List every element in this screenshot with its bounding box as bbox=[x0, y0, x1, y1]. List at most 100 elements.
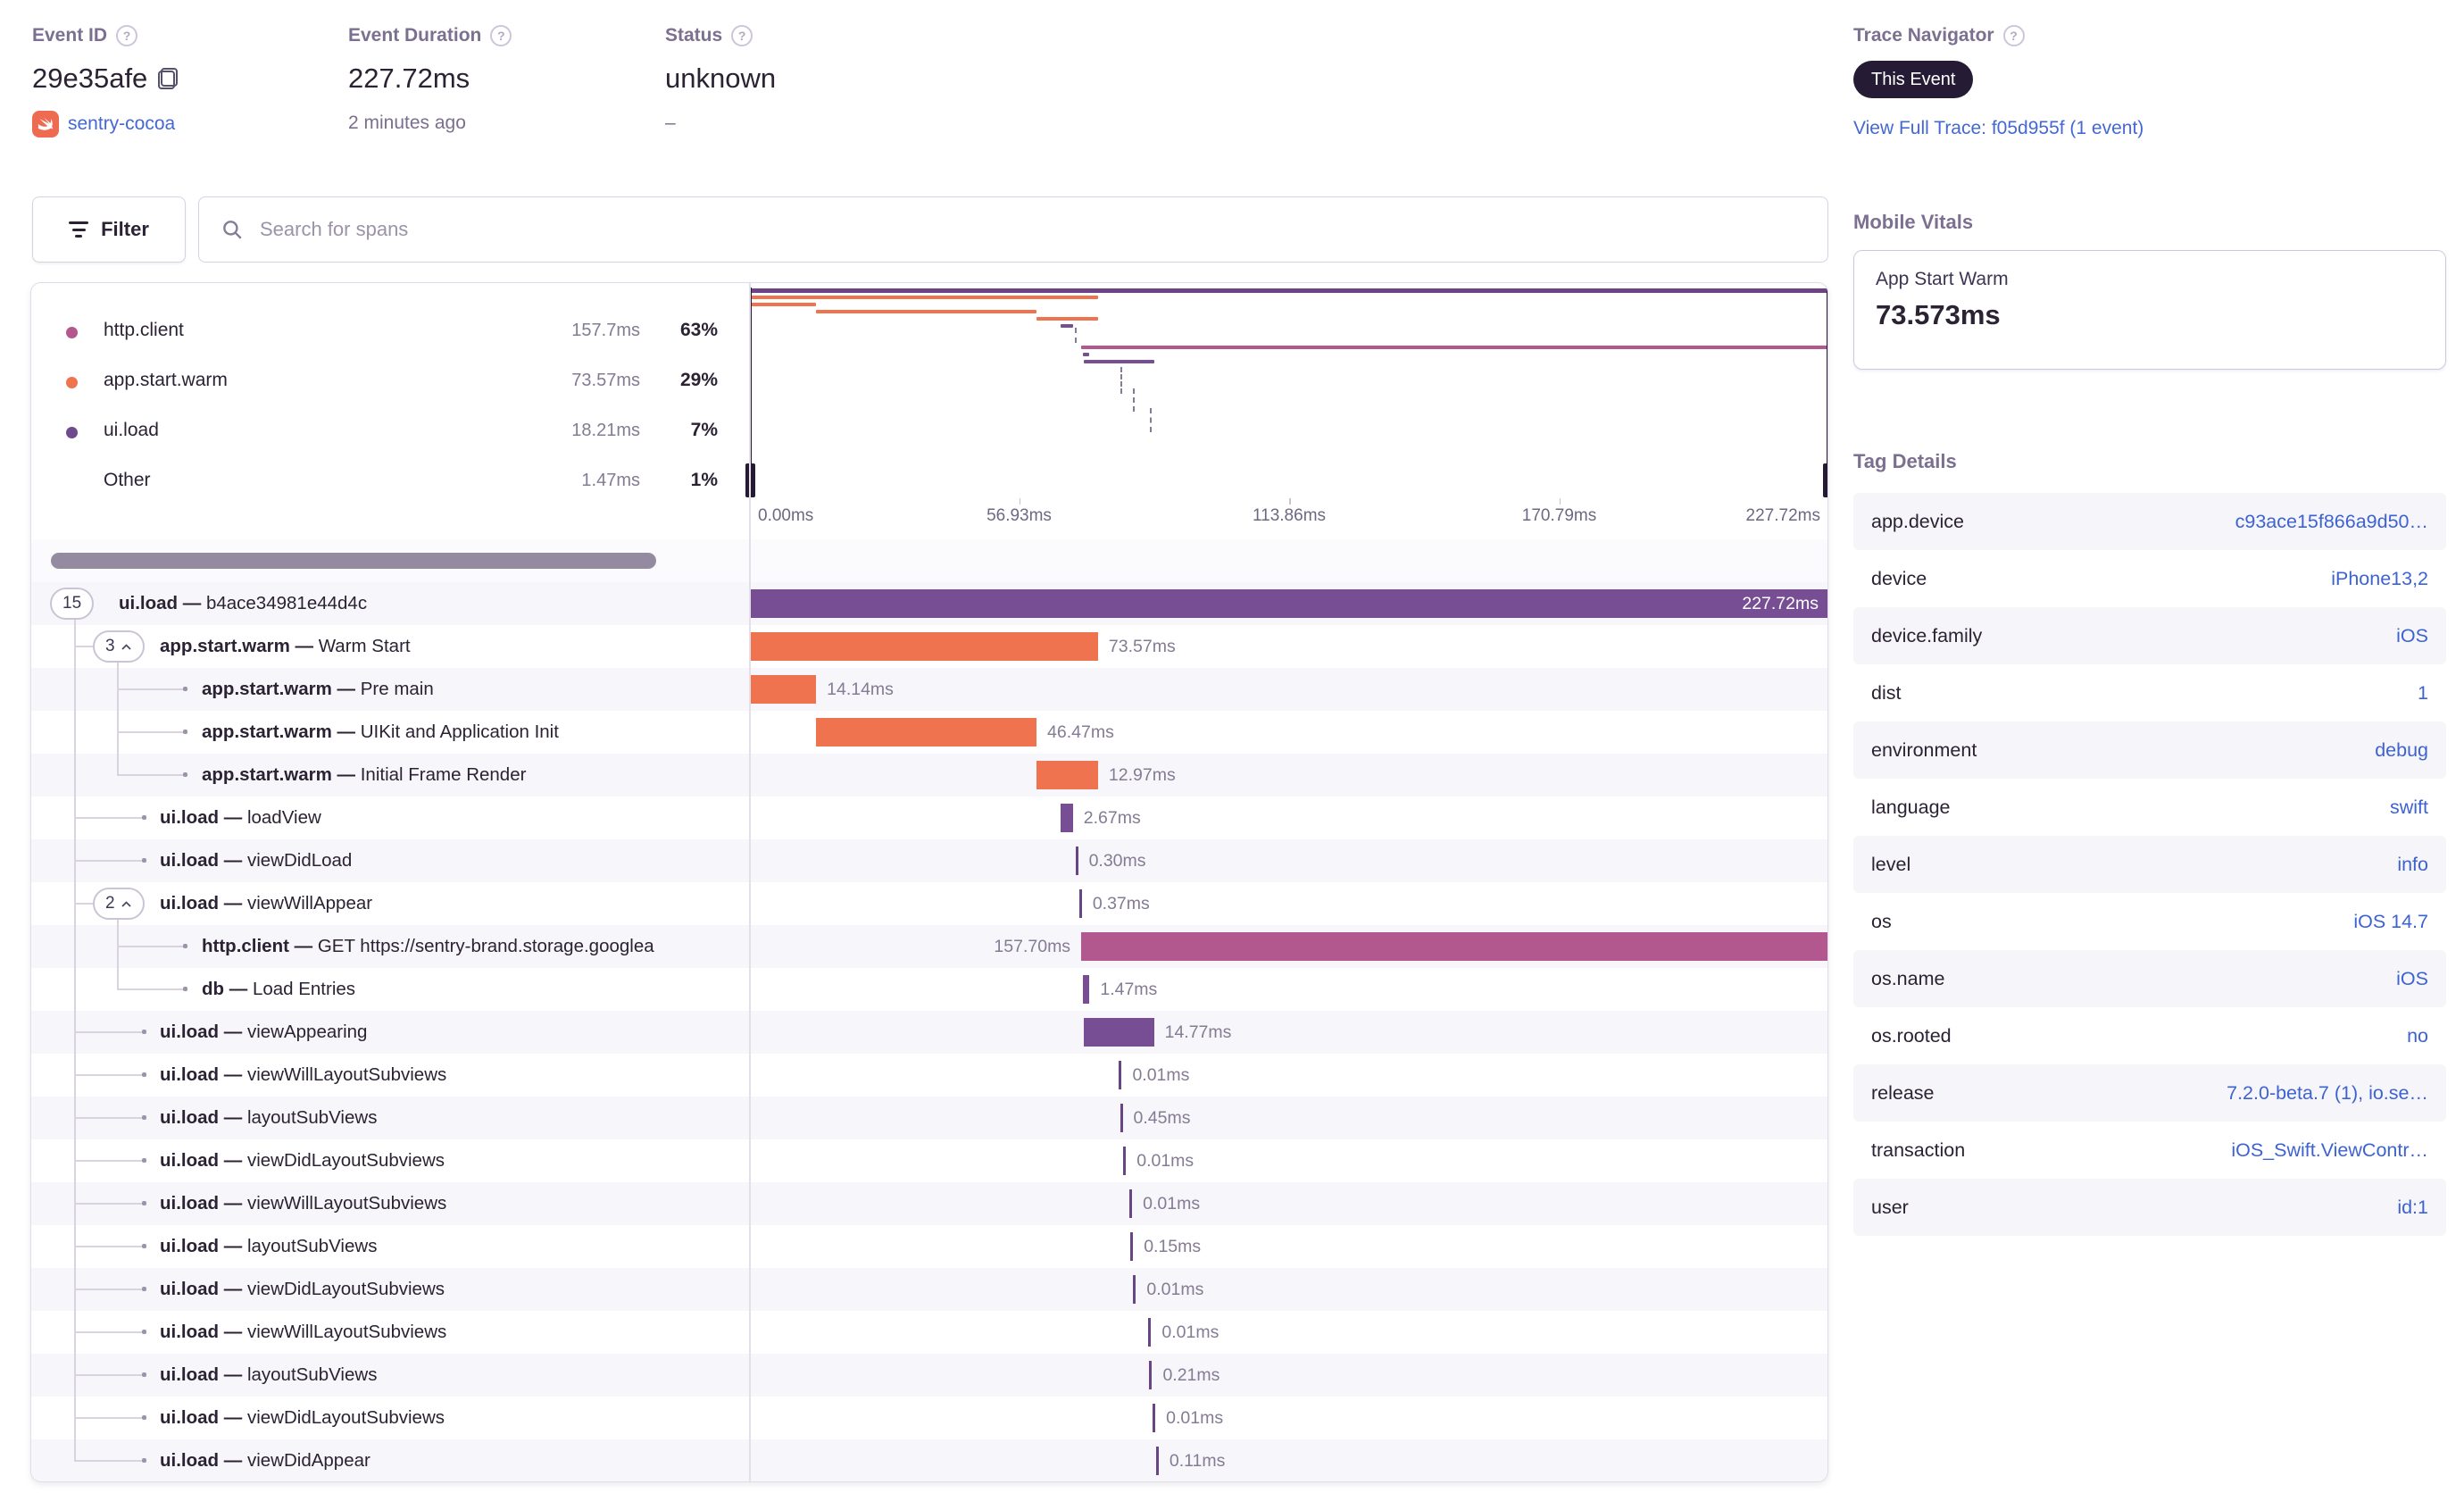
span-row[interactable]: 2 ui.load — viewWillAppear 0.37ms bbox=[31, 882, 1827, 925]
span-duration-bar[interactable] bbox=[749, 589, 1827, 618]
span-row[interactable]: app.start.warm — Pre main 14.14ms bbox=[31, 668, 1827, 711]
span-gantt-cell: 0.45ms bbox=[749, 1097, 1827, 1139]
span-row[interactable]: ui.load — viewWillLayoutSubviews 0.01ms bbox=[31, 1182, 1827, 1225]
span-row[interactable]: app.start.warm — Initial Frame Render 12.… bbox=[31, 754, 1827, 797]
tag-value-link[interactable]: debug bbox=[2375, 739, 2428, 762]
project-link[interactable]: sentry-cocoa bbox=[68, 113, 175, 135]
tag-value-link[interactable]: c93ace15f866a9d50… bbox=[2235, 511, 2428, 533]
minimap-span-bar bbox=[1084, 359, 1154, 363]
legend-item[interactable]: ui.load 18.21ms 7% bbox=[31, 407, 749, 457]
span-duration-bar[interactable] bbox=[749, 675, 817, 704]
legend-item[interactable]: http.client 157.7ms 63% bbox=[31, 307, 749, 357]
tree-connector bbox=[117, 946, 183, 947]
trace-minimap[interactable]: 0.00ms 56.93ms 113.86ms 170.79ms 227.72ms bbox=[745, 283, 1827, 539]
span-label: app.start.warm — UIKit and Application I… bbox=[202, 721, 559, 742]
span-row[interactable]: ui.load — viewWillLayoutSubviews 0.01ms bbox=[31, 1054, 1827, 1097]
span-duration-bar[interactable] bbox=[1153, 1404, 1156, 1432]
span-row[interactable]: ui.load — loadView 2.67ms bbox=[31, 797, 1827, 839]
span-duration-bar[interactable] bbox=[1133, 1275, 1136, 1304]
tag-row: release 7.2.0-beta.7 (1), io.se… bbox=[1853, 1064, 2446, 1122]
span-gantt-cell: 0.30ms bbox=[749, 839, 1827, 882]
tag-value-link[interactable]: no bbox=[2407, 1025, 2428, 1047]
tag-row: os.rooted no bbox=[1853, 1007, 2446, 1064]
legend-item[interactable]: Other 1.47ms 1% bbox=[31, 457, 749, 507]
span-duration-bar[interactable] bbox=[816, 718, 1037, 746]
span-tree-cell: ui.load — viewWillLayoutSubviews bbox=[31, 1182, 749, 1225]
span-row[interactable]: app.start.warm — UIKit and Application I… bbox=[31, 711, 1827, 754]
scrollbar-thumb[interactable] bbox=[51, 553, 656, 569]
tag-value-link[interactable]: iOS bbox=[2396, 625, 2428, 647]
tag-value-link[interactable]: 7.2.0-beta.7 (1), io.se… bbox=[2227, 1082, 2428, 1105]
tag-value-link[interactable]: info bbox=[2397, 854, 2428, 876]
span-duration-bar[interactable] bbox=[1148, 1318, 1152, 1347]
span-row[interactable]: ui.load — layoutSubViews 0.45ms bbox=[31, 1097, 1827, 1139]
vital-value: 73.573ms bbox=[1876, 299, 2001, 330]
tag-value-link[interactable]: iOS 14.7 bbox=[2353, 911, 2428, 933]
minimap-span-bar bbox=[749, 302, 817, 307]
axis-tick bbox=[1289, 498, 1291, 505]
copy-icon[interactable] bbox=[158, 68, 179, 89]
span-children-toggle[interactable]: 15 bbox=[50, 588, 95, 620]
span-duration-bar[interactable] bbox=[1078, 889, 1082, 918]
span-duration-bar[interactable] bbox=[1075, 847, 1078, 875]
span-children-toggle[interactable]: 3 bbox=[93, 630, 145, 663]
this-event-badge[interactable]: This Event bbox=[1853, 61, 1974, 98]
help-icon[interactable]: ? bbox=[731, 25, 753, 46]
span-row[interactable]: ui.load — layoutSubViews 0.21ms bbox=[31, 1354, 1827, 1397]
mobile-vitals-card[interactable]: App Start Warm 73.573ms bbox=[1853, 250, 2446, 370]
span-label: ui.load — viewWillLayoutSubviews bbox=[160, 1193, 447, 1214]
span-row[interactable]: ui.load — layoutSubViews 0.15ms bbox=[31, 1225, 1827, 1268]
tag-key: device.family bbox=[1871, 624, 1983, 646]
minimap-right-handle[interactable] bbox=[1823, 463, 1827, 497]
minimap-dashed-connector bbox=[1149, 408, 1152, 432]
span-duration-bar[interactable] bbox=[1123, 1147, 1127, 1175]
span-row[interactable]: ui.load — viewDidLayoutSubviews 0.01ms bbox=[31, 1397, 1827, 1439]
tree-connector bbox=[74, 1289, 142, 1290]
tree-trunk bbox=[117, 663, 119, 775]
span-duration-bar[interactable] bbox=[1084, 1018, 1154, 1047]
span-duration-bar[interactable] bbox=[1155, 1447, 1159, 1475]
span-duration-bar[interactable] bbox=[1119, 1061, 1122, 1089]
span-row[interactable]: ui.load — viewDidLayoutSubviews 0.01ms bbox=[31, 1268, 1827, 1311]
search-icon bbox=[223, 221, 242, 239]
span-row[interactable]: http.client — GET https://sentry-brand.s… bbox=[31, 925, 1827, 968]
span-duration-bar[interactable] bbox=[1149, 1361, 1153, 1389]
span-duration-bar[interactable] bbox=[1060, 804, 1073, 832]
span-children-toggle[interactable]: 2 bbox=[93, 888, 145, 920]
span-row[interactable]: ui.load — viewWillLayoutSubviews 0.01ms bbox=[31, 1311, 1827, 1354]
help-icon[interactable]: ? bbox=[490, 25, 512, 46]
search-input[interactable] bbox=[260, 218, 1806, 241]
filter-button[interactable]: Filter bbox=[32, 196, 186, 263]
help-icon[interactable]: ? bbox=[2002, 25, 2025, 46]
span-duration-bar[interactable] bbox=[1120, 1104, 1123, 1132]
span-tree-cell: app.start.warm — Pre main bbox=[31, 668, 749, 711]
tag-value-link[interactable]: iPhone13,2 bbox=[2331, 568, 2428, 590]
tag-value-link[interactable]: swift bbox=[2390, 797, 2428, 819]
span-duration-bar[interactable] bbox=[1129, 1189, 1133, 1218]
span-duration-bar[interactable] bbox=[749, 632, 1098, 661]
span-row[interactable]: ui.load — viewDidAppear 0.11ms bbox=[31, 1439, 1827, 1481]
span-row[interactable]: db — Load Entries 1.47ms bbox=[31, 968, 1827, 1011]
tag-value-link[interactable]: id:1 bbox=[2397, 1197, 2428, 1219]
span-row[interactable]: ui.load — viewDidLayoutSubviews 0.01ms bbox=[31, 1139, 1827, 1182]
span-duration-bar[interactable] bbox=[1082, 975, 1090, 1004]
span-duration-bar[interactable] bbox=[1081, 932, 1827, 961]
span-row[interactable]: 3 app.start.warm — Warm Start 73.57ms bbox=[31, 625, 1827, 668]
tree-gantt-divider[interactable] bbox=[749, 283, 751, 1481]
span-row[interactable]: ui.load — viewAppearing 14.77ms bbox=[31, 1011, 1827, 1054]
span-row[interactable]: ui.load — viewDidLoad 0.30ms bbox=[31, 839, 1827, 882]
tag-value-link[interactable]: iOS_Swift.ViewContr… bbox=[2231, 1139, 2428, 1162]
legend-duration: 157.7ms bbox=[571, 321, 640, 340]
legend-dot bbox=[66, 427, 78, 438]
help-icon[interactable]: ? bbox=[116, 25, 138, 46]
view-full-trace-link[interactable]: View Full Trace: f05d955f (1 event) bbox=[1853, 118, 2144, 138]
span-duration-bar[interactable] bbox=[1036, 761, 1098, 789]
tag-value-link[interactable]: iOS bbox=[2396, 968, 2428, 990]
span-row[interactable]: 15 ui.load — b4ace34981e44d4c 227.72ms bbox=[31, 582, 1827, 625]
tag-value-link[interactable]: 1 bbox=[2418, 682, 2428, 705]
tree-connector bbox=[117, 774, 183, 776]
span-duration-bar[interactable] bbox=[1130, 1232, 1134, 1261]
minimap-left-handle[interactable] bbox=[745, 463, 755, 497]
legend-item[interactable]: app.start.warm 73.57ms 29% bbox=[31, 357, 749, 407]
tree-connector-dot bbox=[142, 1287, 146, 1291]
